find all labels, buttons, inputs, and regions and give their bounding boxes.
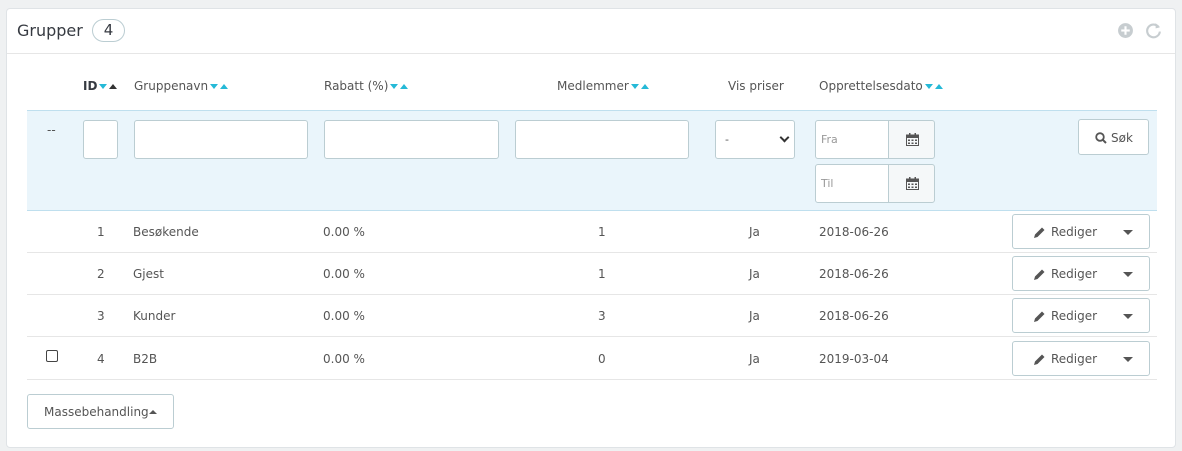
sort-desc-icon[interactable] xyxy=(924,84,933,89)
cell-name: Gjest xyxy=(133,267,164,281)
edit-label: Rediger xyxy=(1051,225,1098,239)
cell-members: 1 xyxy=(598,225,606,239)
edit-label: Rediger xyxy=(1051,309,1098,323)
filter-id-input[interactable] xyxy=(83,120,118,159)
calendar-to-button[interactable] xyxy=(888,164,935,203)
edit-button[interactable]: Rediger xyxy=(1012,341,1150,376)
sort-asc-icon[interactable] xyxy=(640,84,649,89)
cell-discount: 0.00 % xyxy=(323,352,365,366)
col-header-id[interactable]: ID xyxy=(83,79,118,93)
page-title: Grupper xyxy=(17,21,83,40)
filter-show-prices-select[interactable]: - xyxy=(715,120,795,159)
cell-show-prices: Ja xyxy=(749,225,760,239)
table-row: 1 Besøkende 0.00 % 1 Ja 2018-06-26 Redig… xyxy=(27,211,1157,253)
col-header-discount[interactable]: Rabatt (%) xyxy=(324,79,409,93)
cell-show-prices: Ja xyxy=(749,309,760,323)
cell-discount: 0.00 % xyxy=(323,309,365,323)
refresh-icon[interactable] xyxy=(1145,22,1162,39)
cell-id: 1 xyxy=(97,225,105,239)
cell-show-prices: Ja xyxy=(749,352,760,366)
panel-header: Grupper 4 xyxy=(7,9,1175,54)
sort-desc-icon[interactable] xyxy=(210,84,219,89)
cell-created: 2018-06-26 xyxy=(819,309,889,323)
pencil-icon xyxy=(1034,311,1045,322)
col-header-created[interactable]: Opprettelsesdato xyxy=(819,79,943,93)
filter-name-input[interactable] xyxy=(134,120,308,159)
cell-name: B2B xyxy=(133,352,158,366)
calendar-from-button[interactable] xyxy=(888,120,935,159)
pencil-icon xyxy=(1034,269,1045,280)
caret-down-icon[interactable] xyxy=(1123,272,1133,277)
edit-button[interactable]: Rediger xyxy=(1012,298,1150,333)
caret-down-icon[interactable] xyxy=(1123,230,1133,235)
search-label: Søk xyxy=(1111,131,1133,145)
filter-date-to[interactable]: Til xyxy=(815,164,889,203)
col-header-name[interactable]: Gruppenavn xyxy=(134,79,229,93)
cell-created: 2018-06-26 xyxy=(819,225,889,239)
search-icon xyxy=(1095,132,1107,144)
sort-asc-icon[interactable] xyxy=(400,84,409,89)
col-header-members[interactable]: Medlemmer xyxy=(557,79,649,93)
cell-id: 4 xyxy=(97,352,105,366)
select-value: - xyxy=(725,133,729,146)
cell-name: Besøkende xyxy=(133,225,199,239)
table-row: 4 B2B 0.00 % 0 Ja 2019-03-04 Rediger xyxy=(27,337,1157,380)
col-header-show-prices: Vis priser xyxy=(728,79,784,93)
filter-row: -- - Fra Til Søk xyxy=(27,110,1157,211)
sort-desc-icon[interactable] xyxy=(99,84,108,89)
calendar-icon xyxy=(906,177,919,190)
cell-created: 2019-03-04 xyxy=(819,352,889,366)
edit-label: Rediger xyxy=(1051,352,1098,366)
cell-id: 3 xyxy=(97,309,105,323)
pencil-icon xyxy=(1034,354,1045,365)
table-row: 3 Kunder 0.00 % 3 Ja 2018-06-26 Rediger xyxy=(27,295,1157,337)
search-button[interactable]: Søk xyxy=(1078,119,1149,155)
cell-name: Kunder xyxy=(133,309,176,323)
groups-panel: Grupper 4 ID Gruppenavn Rabatt (%) Medle… xyxy=(6,8,1176,448)
sort-asc-icon[interactable] xyxy=(934,84,943,89)
table-row: 2 Gjest 0.00 % 1 Ja 2018-06-26 Rediger xyxy=(27,253,1157,295)
edit-button[interactable]: Rediger xyxy=(1012,214,1150,249)
sort-asc-icon[interactable] xyxy=(220,84,229,89)
edit-label: Rediger xyxy=(1051,267,1098,281)
cell-discount: 0.00 % xyxy=(323,225,365,239)
chevron-down-icon xyxy=(779,132,790,143)
count-badge: 4 xyxy=(92,19,125,42)
sort-desc-icon[interactable] xyxy=(390,84,399,89)
filter-dash: -- xyxy=(47,123,56,137)
cell-members: 1 xyxy=(598,267,606,281)
cell-members: 3 xyxy=(598,309,606,323)
sort-asc-icon[interactable] xyxy=(109,84,118,89)
cell-created: 2018-06-26 xyxy=(819,267,889,281)
filter-members-input[interactable] xyxy=(515,120,689,159)
caret-down-icon[interactable] xyxy=(1123,314,1133,319)
cell-discount: 0.00 % xyxy=(323,267,365,281)
bulk-label: Massebehandling xyxy=(44,405,149,419)
caret-down-icon[interactable] xyxy=(1123,357,1133,362)
filter-date-from[interactable]: Fra xyxy=(815,120,889,159)
row-checkbox[interactable] xyxy=(46,350,58,362)
filter-discount-input[interactable] xyxy=(324,120,499,159)
cell-show-prices: Ja xyxy=(749,267,760,281)
pencil-icon xyxy=(1034,227,1045,238)
plus-circle-icon[interactable] xyxy=(1117,22,1134,39)
cell-id: 2 xyxy=(97,267,105,281)
calendar-icon xyxy=(906,133,919,146)
cell-members: 0 xyxy=(598,352,606,366)
caret-up-icon xyxy=(149,410,157,414)
sort-desc-icon[interactable] xyxy=(630,84,639,89)
edit-button[interactable]: Rediger xyxy=(1012,256,1150,291)
bulk-actions-button[interactable]: Massebehandling xyxy=(27,394,174,429)
